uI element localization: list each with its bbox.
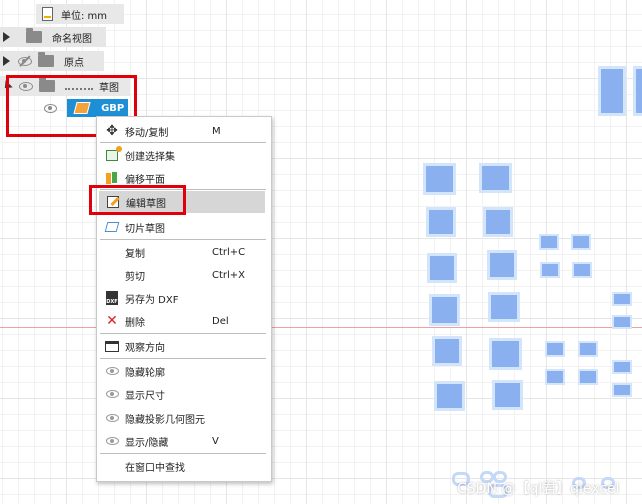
sketch-pad (612, 292, 632, 306)
menu-item-move-copy[interactable]: ✥ 移动/复制 M (98, 120, 270, 142)
expand-arrow-icon[interactable] (3, 56, 10, 66)
annotation-box-edit-sketch (89, 185, 186, 215)
look-at-icon (105, 339, 119, 353)
tree-row-origin[interactable]: 原点 (0, 51, 104, 71)
sketch-pad (572, 262, 592, 278)
eye-icon (105, 387, 119, 401)
sketch-pad (423, 163, 456, 195)
menu-item-hide-projected-geometry[interactable]: 隐藏投影几何图元 (98, 407, 270, 429)
offset-plane-icon (105, 171, 119, 185)
sketch-pad (578, 341, 598, 357)
eye-icon (105, 364, 119, 378)
tree-row-units[interactable]: 单位: mm (36, 4, 124, 24)
sketch-pad (427, 253, 457, 283)
sketch-pad (489, 338, 522, 370)
sketch-pad (540, 262, 560, 278)
folder-icon (26, 28, 42, 43)
sketch-pad (545, 341, 565, 357)
sketch-pad (429, 294, 460, 326)
menu-separator (100, 333, 266, 334)
menu-separator (100, 239, 266, 240)
menu-item-hide-profile[interactable]: 隐藏轮廓 (98, 360, 270, 382)
sketch-pad (479, 163, 512, 193)
expand-arrow-icon[interactable] (3, 32, 10, 42)
visibility-off-icon[interactable] (18, 56, 32, 66)
context-menu: ✥ 移动/复制 M 创建选择集 偏移平面 编辑草图 切片草图 复制 Ctrl+C… (96, 116, 272, 482)
menu-separator (100, 142, 266, 143)
menu-item-delete[interactable]: ✕ 删除 Del (98, 310, 270, 332)
menu-item-show-dimensions[interactable]: 显示尺寸 (98, 383, 270, 405)
eye-icon (105, 434, 119, 448)
menu-separator (100, 453, 266, 454)
sketch-pad (488, 292, 520, 322)
sketch-pad (612, 360, 632, 374)
sketch-pad (487, 250, 517, 280)
sketch-pad (598, 66, 626, 116)
slice-sketch-icon (104, 220, 120, 234)
origin-label: 原点 (64, 57, 84, 69)
watermark: CSDN @【ql君】qlexcel (457, 481, 620, 497)
sketch-pad (432, 336, 462, 366)
delete-icon: ✕ (106, 313, 118, 329)
move-icon: ✥ (106, 123, 118, 139)
menu-item-find-in-window[interactable]: 在窗口中查找 (98, 455, 270, 477)
folder-icon (38, 52, 54, 67)
sketch-pad (633, 66, 642, 116)
menu-item-copy[interactable]: 复制 Ctrl+C (98, 241, 270, 263)
menu-item-slice-sketch[interactable]: 切片草图 (98, 216, 270, 238)
menu-item-show-hide[interactable]: 显示/隐藏 V (98, 430, 270, 452)
menu-item-save-as-dxf[interactable]: DXF 另存为 DXF (98, 287, 270, 309)
sketch-pad (483, 207, 513, 237)
sketch-pad (426, 207, 456, 237)
sketch-pad (545, 369, 565, 385)
sketch-pad (434, 381, 465, 411)
dxf-icon: DXF (105, 291, 119, 305)
sketch-pad (571, 234, 591, 250)
menu-item-create-selection-set[interactable]: 创建选择集 (98, 144, 270, 166)
selection-set-icon (105, 145, 122, 162)
sketch-pad (539, 234, 559, 250)
sketch-pad (578, 369, 598, 385)
sketch-pad (612, 315, 632, 329)
menu-separator (100, 358, 266, 359)
document-settings-icon (42, 7, 53, 21)
eye-icon (105, 411, 119, 425)
sketch-pad (612, 383, 632, 397)
tree-row-named-views[interactable]: 命名视图 (0, 27, 106, 47)
named-views-label: 命名视图 (52, 33, 92, 45)
units-label: 单位: mm (61, 10, 108, 22)
menu-item-cut[interactable]: 剪切 Ctrl+X (98, 264, 270, 286)
sketch-pad (492, 380, 523, 410)
menu-item-look-at[interactable]: 观察方向 (98, 335, 270, 357)
